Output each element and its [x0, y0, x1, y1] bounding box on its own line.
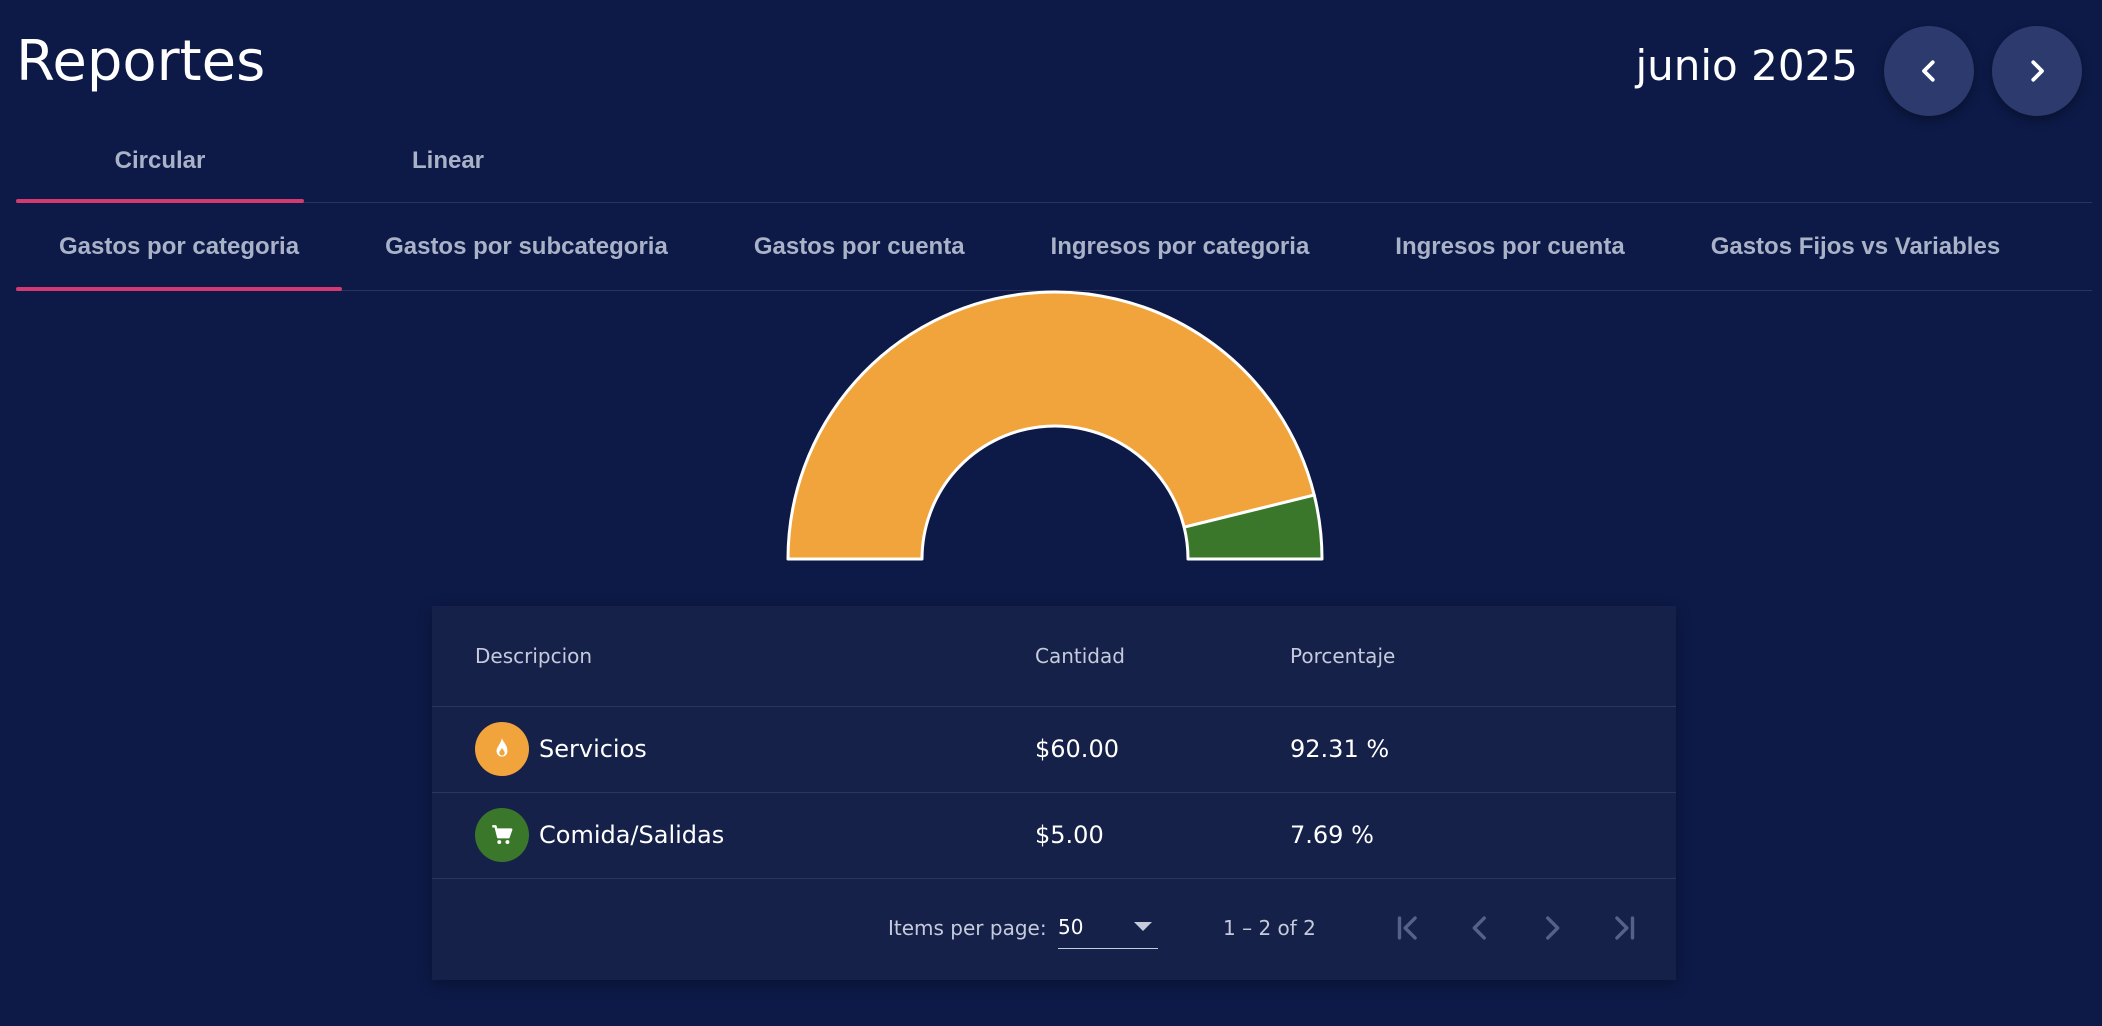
page-size-select[interactable]: 50	[1058, 908, 1158, 949]
tab-gastos-por-categoria[interactable]: Gastos por categoria	[16, 204, 343, 291]
table-row[interactable]: Servicios $60.00 92.31 %	[432, 706, 1676, 793]
chart-type-tabs: Circular Linear	[16, 120, 2092, 203]
chevron-left-icon	[1922, 60, 1935, 82]
previous-month-button[interactable]	[1884, 26, 1974, 116]
reports-page: Reportes junio 2025 Circular Linear Gast…	[0, 0, 2102, 1026]
first-page-icon	[1397, 916, 1417, 940]
page-range-label: 1 – 2 of 2	[1223, 916, 1316, 940]
tab-linear[interactable]: Linear	[304, 120, 592, 202]
column-header-description[interactable]: Descripcion	[475, 644, 592, 668]
page-title: Reportes	[16, 29, 266, 94]
current-period: junio 2025	[1635, 41, 1858, 90]
report-tabs: Gastos por categoria Gastos por subcateg…	[16, 204, 2092, 291]
paginator: Items per page: 50 1 – 2 of 2	[432, 878, 1676, 980]
previous-page-button[interactable]	[1456, 904, 1504, 952]
chevron-left-icon	[1472, 916, 1486, 940]
tab-gastos-por-subcategoria[interactable]: Gastos por subcategoria	[342, 204, 711, 290]
tab-ingresos-por-cuenta[interactable]: Ingresos por cuenta	[1352, 204, 1667, 290]
next-month-button[interactable]	[1992, 26, 2082, 116]
first-page-button[interactable]	[1384, 904, 1432, 952]
dropdown-arrow-icon	[1134, 922, 1152, 931]
row-description-label: Comida/Salidas	[539, 821, 725, 849]
flame-icon	[475, 722, 529, 776]
last-page-icon	[1615, 916, 1635, 940]
row-percent: 92.31 %	[1290, 735, 1390, 763]
row-description-label: Servicios	[539, 735, 647, 763]
chevron-right-icon	[2031, 60, 2044, 82]
tab-circular[interactable]: Circular	[16, 120, 304, 203]
tab-gastos-fijos-vs-variables[interactable]: Gastos Fijos vs Variables	[1668, 204, 2043, 290]
tab-ingresos-por-categoria[interactable]: Ingresos por categoria	[1008, 204, 1353, 290]
page-size-value: 50	[1058, 915, 1084, 939]
cart-icon	[475, 808, 529, 862]
table-header-row: Descripcion Cantidad Porcentaje	[432, 606, 1676, 707]
next-page-button[interactable]	[1528, 904, 1576, 952]
half-donut-chart	[786, 290, 1324, 561]
chevron-right-icon	[1546, 916, 1560, 940]
category-table: Descripcion Cantidad Porcentaje Servicio…	[432, 606, 1676, 980]
row-amount: $5.00	[1035, 821, 1104, 849]
row-description: Comida/Salidas	[475, 808, 724, 862]
row-description: Servicios	[475, 722, 647, 776]
row-percent: 7.69 %	[1290, 821, 1374, 849]
column-header-percent[interactable]: Porcentaje	[1290, 644, 1395, 668]
items-per-page-label: Items per page:	[888, 916, 1047, 940]
tab-gastos-por-cuenta[interactable]: Gastos por cuenta	[711, 204, 1008, 290]
last-page-button[interactable]	[1600, 904, 1648, 952]
column-header-amount[interactable]: Cantidad	[1035, 644, 1125, 668]
row-amount: $60.00	[1035, 735, 1119, 763]
table-row[interactable]: Comida/Salidas $5.00 7.69 %	[432, 792, 1676, 879]
